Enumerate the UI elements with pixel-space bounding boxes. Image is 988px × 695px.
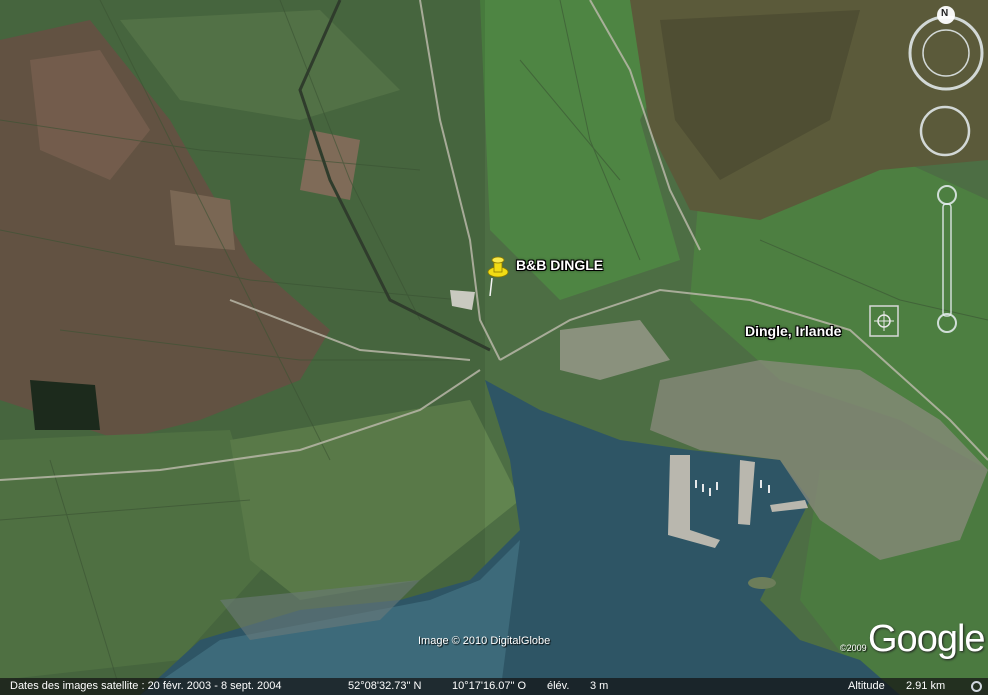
imagery-credit: Image © 2010 DigitalGlobe <box>418 635 551 647</box>
placemark-label-town[interactable]: Dingle, Irlande <box>745 323 841 339</box>
placemark-label-bnb[interactable]: B&B DINGLE <box>516 257 603 273</box>
map-view[interactable]: B&B DINGLE Dingle, Irlande N Image © 201… <box>0 0 988 695</box>
north-indicator[interactable]: N <box>941 8 948 19</box>
image-seam-shadow <box>0 0 485 695</box>
status-bar: Dates des images satellite : 20 févr. 20… <box>0 678 988 695</box>
look-joystick-icon[interactable] <box>918 104 972 158</box>
google-logo-year: ©2009 <box>840 643 867 653</box>
elevation-label: élév. <box>547 680 570 692</box>
altitude-label: Altitude <box>848 680 885 692</box>
elevation-value: 3 m <box>590 680 609 692</box>
longitude-readout: 10°17'16.07" O <box>452 680 527 692</box>
town-placemark-icon[interactable] <box>869 305 899 337</box>
yellow-pushpin-icon[interactable] <box>484 256 514 296</box>
zoom-slider-icon[interactable] <box>934 184 960 334</box>
islet <box>748 577 776 589</box>
google-logo: Google <box>868 618 986 660</box>
streaming-indicator-icon <box>971 681 982 692</box>
latitude-readout: 52°08'32.73" N <box>348 680 422 692</box>
compass-ring-icon[interactable] <box>905 6 987 96</box>
imagery-dates: Dates des images satellite : 20 févr. 20… <box>10 680 282 692</box>
satellite-imagery[interactable] <box>0 0 988 695</box>
altitude-value: 2.91 km <box>906 680 946 692</box>
